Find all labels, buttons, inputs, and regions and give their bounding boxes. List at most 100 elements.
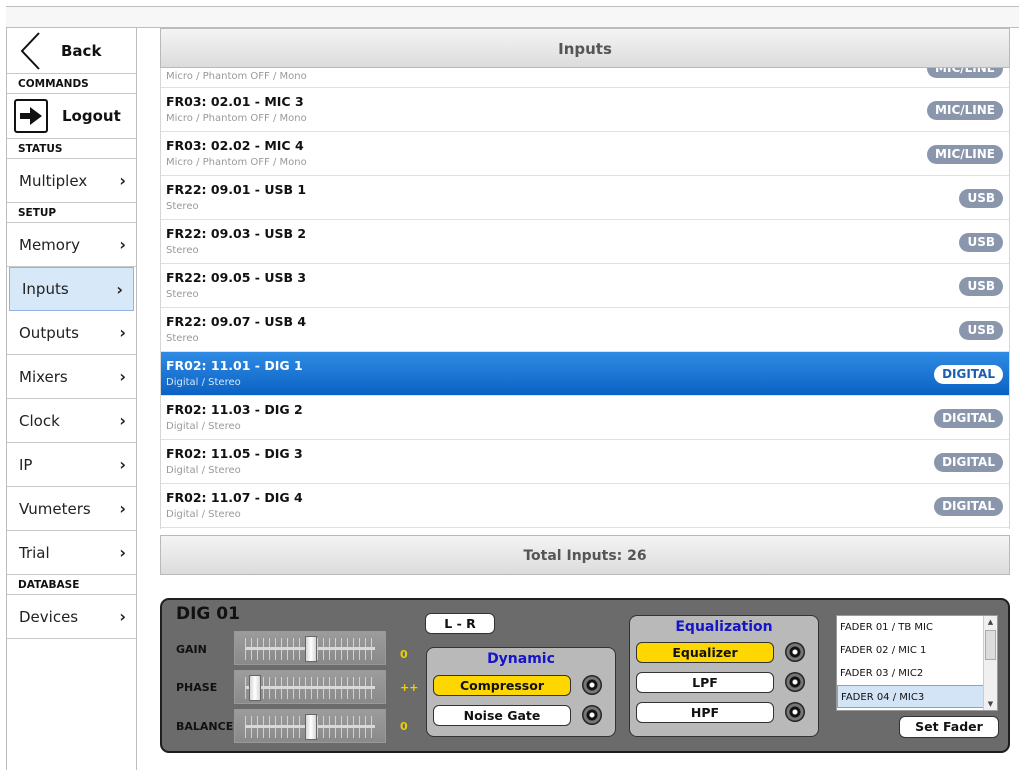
gain-value: 0 bbox=[400, 648, 408, 661]
back-button[interactable]: Back bbox=[7, 28, 136, 74]
input-type-badge: DIGITAL bbox=[934, 453, 1003, 472]
fader-list-scrollbar[interactable]: ▲ ▼ bbox=[983, 616, 997, 710]
input-row-title: FR22: 09.01 - USB 1 bbox=[166, 182, 307, 197]
gain-slider[interactable] bbox=[234, 631, 386, 665]
sidebar-item-ip[interactable]: IP › bbox=[7, 443, 136, 487]
fader-option[interactable]: FADER 01 / TB MIC bbox=[837, 616, 997, 639]
input-row[interactable]: Micro / Phantom OFF / Mono MIC/LINE bbox=[161, 68, 1009, 88]
input-row-title: FR02: 11.03 - DIG 2 bbox=[166, 402, 303, 417]
chevron-right-icon: › bbox=[119, 171, 126, 190]
input-row-title: FR22: 09.05 - USB 3 bbox=[166, 270, 307, 285]
compressor-settings-icon[interactable] bbox=[582, 675, 602, 695]
fader-option[interactable]: FADER 04 / MIC3 bbox=[837, 685, 997, 708]
sidebar-item-trial[interactable]: Trial › bbox=[7, 531, 136, 575]
sidebar-item-memory[interactable]: Memory › bbox=[7, 223, 136, 267]
fader-listbox[interactable]: FADER 01 / TB MIC FADER 02 / MIC 1 FADER 0… bbox=[836, 615, 998, 711]
input-row[interactable]: FR03: 02.01 - MIC 3 Micro / Phantom OFF /… bbox=[161, 88, 1009, 132]
equalizer-button[interactable]: Equalizer bbox=[636, 642, 774, 663]
set-fader-button[interactable]: Set Fader bbox=[899, 716, 999, 738]
chevron-right-icon: › bbox=[119, 607, 126, 626]
scrollbar-thumb[interactable] bbox=[985, 630, 996, 660]
noise-gate-button[interactable]: Noise Gate bbox=[433, 705, 571, 726]
logout-icon bbox=[14, 99, 48, 133]
input-row-title: FR22: 09.07 - USB 4 bbox=[166, 314, 307, 329]
section-setup: SETUP bbox=[7, 203, 136, 223]
inputs-view: Inputs Micro / Phantom OFF / Mono MIC/LIN… bbox=[160, 28, 1010, 575]
balance-slider[interactable] bbox=[234, 709, 386, 743]
sidebar-item-label: Vumeters bbox=[19, 499, 91, 518]
input-row[interactable]: FR22: 09.05 - USB 3 Stereo USB bbox=[161, 264, 1009, 308]
hpf-settings-icon[interactable] bbox=[785, 702, 805, 722]
sidebar-item-devices[interactable]: Devices › bbox=[7, 595, 136, 639]
input-row-subtitle: Micro / Phantom OFF / Mono bbox=[166, 113, 307, 124]
input-type-badge: MIC/LINE bbox=[927, 68, 1003, 78]
sidebar-item-label: Inputs bbox=[22, 280, 69, 298]
channel-panel: DIG 01 GAIN 0 PHASE ++ BALANCE 0 L - R D… bbox=[160, 598, 1010, 753]
input-row[interactable]: FR02: 11.05 - DIG 3 Digital / Stereo DIGIT… bbox=[161, 440, 1009, 484]
input-row-subtitle: Stereo bbox=[166, 245, 199, 256]
lr-button[interactable]: L - R bbox=[425, 613, 495, 634]
slider-knob[interactable] bbox=[249, 675, 261, 701]
input-row-subtitle: Digital / Stereo bbox=[166, 377, 241, 388]
equalization-title: Equalization bbox=[675, 619, 773, 635]
sidebar-item-outputs[interactable]: Outputs › bbox=[7, 311, 136, 355]
phase-label: PHASE bbox=[176, 681, 218, 694]
phase-value: ++ bbox=[400, 681, 419, 694]
sidebar-item-label: Trial bbox=[19, 543, 50, 562]
input-row[interactable]: FR02: 11.01 - DIG 1 Digital / Stereo DIGIT… bbox=[161, 352, 1009, 396]
sidebar-item-mixers[interactable]: Mixers › bbox=[7, 355, 136, 399]
input-type-badge: USB bbox=[959, 277, 1003, 296]
sidebar-item-label: Clock bbox=[19, 411, 60, 430]
input-type-badge: DIGITAL bbox=[934, 409, 1003, 428]
sidebar: Back COMMANDS Logout STATUS Multiplex › S… bbox=[6, 28, 137, 770]
input-row-subtitle: Digital / Stereo bbox=[166, 509, 241, 520]
input-row-subtitle: Digital / Stereo bbox=[166, 465, 241, 476]
sidebar-item-label: Mixers bbox=[19, 367, 68, 386]
input-row-title: FR02: 11.07 - DIG 4 bbox=[166, 490, 303, 505]
input-row[interactable]: FR22: 09.01 - USB 1 Stereo USB bbox=[161, 176, 1009, 220]
chevron-right-icon: › bbox=[119, 235, 126, 254]
lpf-button[interactable]: LPF bbox=[636, 672, 774, 693]
input-type-badge: USB bbox=[959, 189, 1003, 208]
logout-button[interactable]: Logout bbox=[7, 94, 136, 139]
input-row[interactable]: FR02: 11.03 - DIG 2 Digital / Stereo DIGIT… bbox=[161, 396, 1009, 440]
slider-knob[interactable] bbox=[305, 636, 317, 662]
sidebar-item-vumeters[interactable]: Vumeters › bbox=[7, 487, 136, 531]
sidebar-item-inputs[interactable]: Inputs › bbox=[9, 267, 134, 311]
chevron-right-icon: › bbox=[116, 279, 123, 299]
lpf-settings-icon[interactable] bbox=[785, 672, 805, 692]
fader-option[interactable]: FADER 02 / MIC 1 bbox=[837, 639, 997, 662]
input-row[interactable]: FR22: 09.03 - USB 2 Stereo USB bbox=[161, 220, 1009, 264]
input-type-badge: USB bbox=[959, 321, 1003, 340]
gain-label: GAIN bbox=[176, 643, 207, 656]
input-row-subtitle: Stereo bbox=[166, 289, 199, 300]
hpf-button[interactable]: HPF bbox=[636, 702, 774, 723]
phase-slider[interactable] bbox=[234, 670, 386, 704]
compressor-button[interactable]: Compressor bbox=[433, 675, 571, 696]
sidebar-item-clock[interactable]: Clock › bbox=[7, 399, 136, 443]
chevron-right-icon: › bbox=[119, 543, 126, 562]
input-row[interactable]: FR22: 09.07 - USB 4 Stereo USB bbox=[161, 308, 1009, 352]
input-row-title: FR02: 11.01 - DIG 1 bbox=[166, 358, 303, 373]
sidebar-item-label: Outputs bbox=[19, 323, 79, 342]
chevron-right-icon: › bbox=[119, 455, 126, 474]
balance-value: 0 bbox=[400, 720, 408, 733]
scroll-down-icon[interactable]: ▼ bbox=[984, 698, 997, 710]
input-row-title: FR03: 02.01 - MIC 3 bbox=[166, 94, 304, 109]
sidebar-item-multiplex[interactable]: Multiplex › bbox=[7, 159, 136, 203]
channel-title: DIG 01 bbox=[176, 604, 240, 624]
input-row-title: FR03: 02.02 - MIC 4 bbox=[166, 138, 304, 153]
scroll-up-icon[interactable]: ▲ bbox=[984, 616, 997, 628]
input-list[interactable]: Micro / Phantom OFF / Mono MIC/LINE FR03: … bbox=[160, 68, 1010, 529]
equalization-group: Equalization Equalizer LPF HPF bbox=[629, 615, 819, 737]
input-row[interactable]: FR02: 11.07 - DIG 4 Digital / Stereo DIGIT… bbox=[161, 484, 1009, 528]
input-row-title: FR02: 11.05 - DIG 3 bbox=[166, 446, 303, 461]
input-row-subtitle: Micro / Phantom OFF / Mono bbox=[166, 157, 307, 168]
input-row[interactable]: FR03: 02.02 - MIC 4 Micro / Phantom OFF /… bbox=[161, 132, 1009, 176]
noise-gate-settings-icon[interactable] bbox=[582, 705, 602, 725]
equalizer-settings-icon[interactable] bbox=[785, 642, 805, 662]
section-commands: COMMANDS bbox=[7, 74, 136, 94]
section-database: DATABASE bbox=[7, 575, 136, 595]
fader-option[interactable]: FADER 03 / MIC2 bbox=[837, 662, 997, 685]
slider-knob[interactable] bbox=[305, 714, 317, 740]
